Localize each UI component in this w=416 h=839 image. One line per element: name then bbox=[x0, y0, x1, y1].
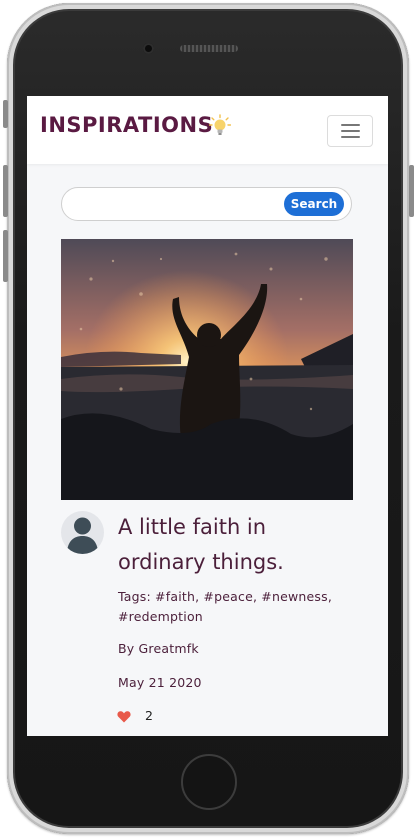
post-title[interactable]: A little faith in ordinary things. bbox=[118, 510, 358, 580]
volume-up-button bbox=[3, 165, 8, 217]
post-author: By Greatmfk bbox=[118, 641, 199, 656]
search-input[interactable] bbox=[70, 192, 284, 218]
post-tags: Tags: #faith, #peace, #newness, #redempt… bbox=[118, 589, 333, 624]
hamburger-menu-button[interactable] bbox=[327, 115, 373, 147]
volume-down-button bbox=[3, 230, 8, 282]
sunset-splash-image bbox=[61, 239, 353, 500]
brand-logo[interactable]: INSPIRATIONS bbox=[40, 113, 213, 137]
home-button[interactable] bbox=[181, 754, 237, 810]
heart-icon[interactable] bbox=[117, 710, 131, 723]
author-avatar[interactable] bbox=[61, 511, 104, 554]
like-count: 2 bbox=[145, 708, 153, 723]
user-icon bbox=[67, 517, 98, 554]
power-button bbox=[409, 165, 414, 217]
hamburger-line bbox=[341, 124, 360, 126]
lightbulb-icon bbox=[209, 114, 231, 135]
search-bar: Search bbox=[61, 187, 352, 221]
navbar: INSPIRATIONS bbox=[27, 96, 388, 164]
app-screen: INSPIRATIONS Search A little faith in or… bbox=[27, 96, 388, 736]
hamburger-line bbox=[341, 136, 360, 138]
post-date: May 21 2020 bbox=[118, 675, 202, 690]
post-image[interactable] bbox=[61, 239, 353, 500]
front-camera bbox=[143, 43, 154, 54]
hamburger-line bbox=[341, 130, 360, 132]
search-button[interactable]: Search bbox=[284, 192, 344, 216]
earpiece-speaker bbox=[180, 45, 238, 52]
silent-switch bbox=[3, 100, 8, 128]
